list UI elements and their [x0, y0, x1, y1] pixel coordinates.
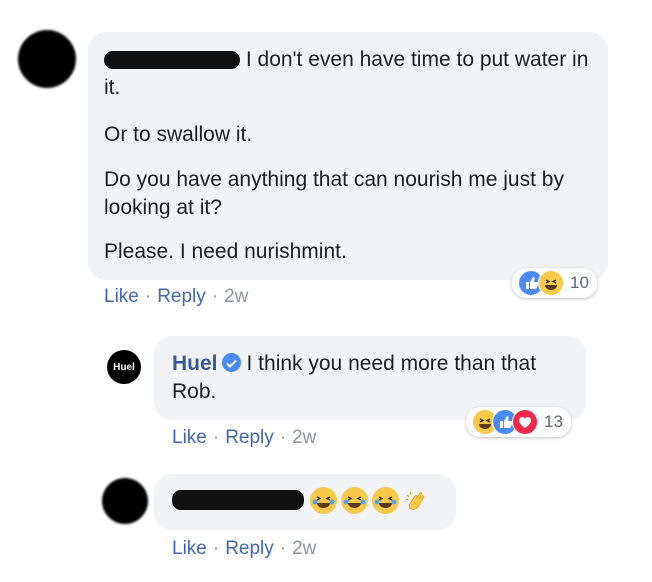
love-reaction-icon [512, 409, 538, 435]
comment-text-line-4: Please. I need nurishmint. [104, 240, 347, 263]
reply-actions: Like · Reply · 2w [172, 427, 317, 448]
reaction-count: 10 [570, 273, 589, 292]
reply-link[interactable]: Reply [225, 538, 274, 559]
replier-avatar[interactable] [102, 478, 148, 524]
comment-text-line-1: I don't even have time to put water in i… [104, 48, 589, 99]
timestamp[interactable]: 2w [292, 538, 316, 559]
redacted-commenter-name[interactable] [104, 51, 240, 70]
timestamp[interactable]: 2w [292, 427, 316, 448]
tears-of-joy-emoji-icon [309, 486, 337, 514]
verified-badge-icon [221, 353, 241, 372]
tears-of-joy-emoji-icon [340, 486, 368, 514]
author-name-link[interactable]: Huel [172, 352, 218, 375]
like-link[interactable]: Like [172, 427, 207, 448]
comment-actions: Like · Reply · 2w [104, 286, 249, 307]
reply-text: Huel I think you need more than that Rob. [172, 352, 537, 403]
comment-text-line-3: Do you have anything that can nourish me… [104, 168, 564, 219]
timestamp[interactable]: 2w [224, 286, 248, 307]
reply-link[interactable]: Reply [157, 286, 206, 307]
like-link[interactable]: Like [104, 286, 139, 307]
redacted-replier-name[interactable] [172, 490, 304, 511]
tears-of-joy-emoji-icon [371, 486, 399, 514]
reaction-count: 13 [544, 412, 563, 431]
reply-actions: Like · Reply · 2w [172, 538, 317, 559]
like-link[interactable]: Like [172, 538, 207, 559]
commenter-avatar[interactable] [18, 30, 76, 88]
comment-reactions[interactable]: 10 [512, 268, 597, 298]
haha-reaction-icon [538, 270, 564, 296]
huel-avatar[interactable]: Huel [107, 350, 141, 384]
reply-content [172, 486, 452, 514]
reply-reactions[interactable]: 13 [466, 407, 571, 437]
reply-link[interactable]: Reply [225, 427, 274, 448]
clapping-hands-emoji-icon [403, 487, 430, 514]
comment-text-line-2: Or to swallow it. [104, 123, 253, 146]
